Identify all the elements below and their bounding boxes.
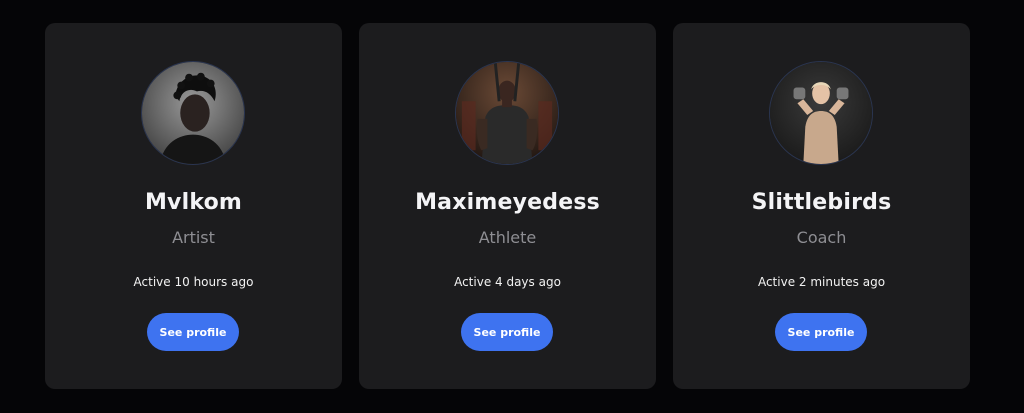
see-profile-button[interactable]: See profile xyxy=(775,313,867,351)
activity-status: Active 10 hours ago xyxy=(133,275,254,289)
profile-name: Mvlkom xyxy=(144,190,243,215)
see-profile-button[interactable]: See profile xyxy=(461,313,553,351)
profile-card: Maximeyedess Athlete Active 4 days ago S… xyxy=(359,23,656,389)
profile-card: Mvlkom Artist Active 10 hours ago See pr… xyxy=(45,23,342,389)
person-portrait-icon xyxy=(770,62,872,164)
profile-name: Maximeyedess xyxy=(415,190,600,215)
profile-name: Slittlebirds xyxy=(751,190,892,215)
person-portrait-icon xyxy=(456,62,558,164)
profile-card-list: Mvlkom Artist Active 10 hours ago See pr… xyxy=(0,0,1024,413)
profile-role: Artist xyxy=(172,228,215,247)
profile-role: Athlete xyxy=(478,228,537,247)
avatar xyxy=(141,61,245,165)
see-profile-button[interactable]: See profile xyxy=(147,313,239,351)
activity-status: Active 2 minutes ago xyxy=(757,275,886,289)
activity-status: Active 4 days ago xyxy=(454,275,561,289)
person-portrait-icon xyxy=(142,62,244,164)
profile-card: Slittlebirds Coach Active 2 minutes ago … xyxy=(673,23,970,389)
profile-role: Coach xyxy=(796,228,847,247)
avatar xyxy=(769,61,873,165)
avatar xyxy=(455,61,559,165)
